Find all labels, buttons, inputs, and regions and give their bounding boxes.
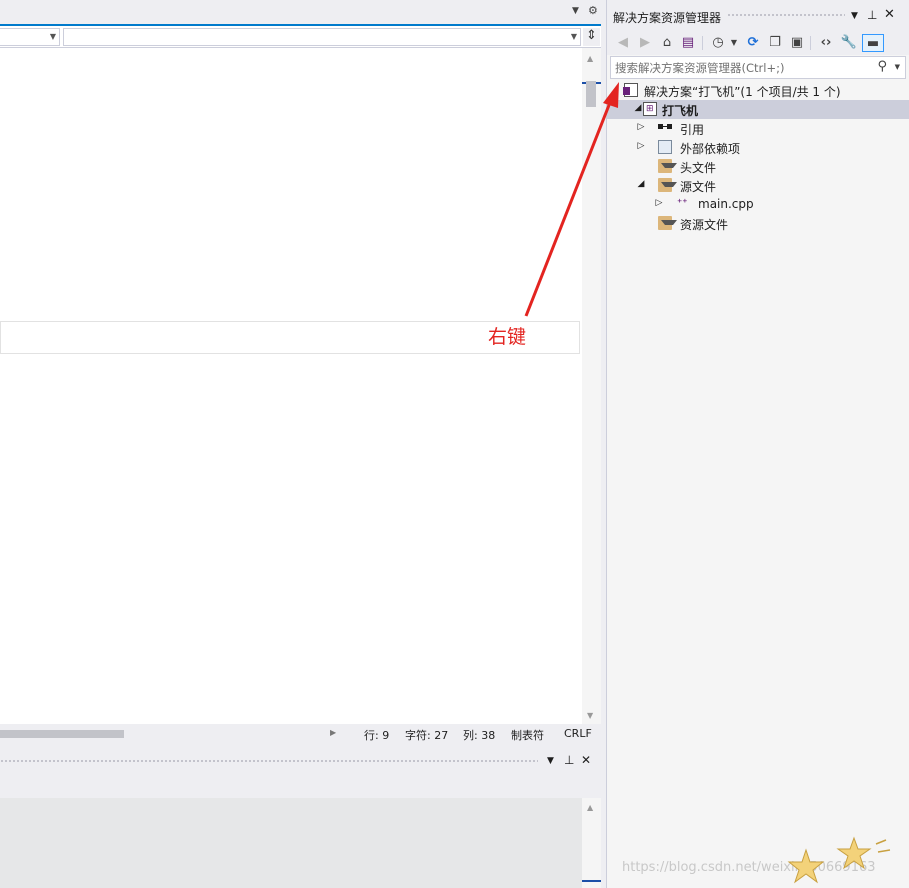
- search-options-dropdown-icon[interactable]: ▼: [895, 63, 900, 71]
- tree-item-references[interactable]: ▷ 引用: [607, 119, 909, 138]
- star-decoration-icon: [787, 836, 891, 884]
- cpp-project-icon: ⊞: [643, 102, 657, 116]
- tab-list-dropdown-icon[interactable]: ▼: [572, 6, 579, 16]
- show-all-files-icon[interactable]: ▣: [788, 34, 806, 52]
- code-text-area[interactable]: [0, 48, 582, 724]
- sync-icon[interactable]: ⟳: [744, 34, 762, 52]
- filter-folder-icon: [658, 178, 677, 192]
- bottom-tool-window: ▼ ⊥ ✕ ▲: [0, 750, 601, 888]
- collapsed-arrow-icon[interactable]: ▷: [636, 141, 646, 151]
- tabs-indicator[interactable]: 制表符: [511, 727, 544, 743]
- navigation-bar: ▼ ▼: [0, 26, 601, 48]
- document-tab-bar: ▼ ⚙: [0, 0, 601, 26]
- grip-dots[interactable]: [0, 759, 538, 764]
- vertical-scrollbar[interactable]: ▲ ▼: [582, 48, 601, 724]
- tree-item-label: 源文件: [680, 180, 717, 194]
- references-icon: [658, 123, 672, 131]
- search-input[interactable]: [615, 59, 873, 76]
- line-indicator: 行: 9: [364, 729, 390, 742]
- solution-icon: [623, 83, 638, 97]
- search-icon[interactable]: ⚲: [877, 59, 887, 74]
- filter-folder-icon: [658, 159, 677, 173]
- solution-search-box[interactable]: ⚲ ▼: [610, 56, 906, 79]
- tree-item-label: 解决方案“打飞机”(1 个项目/共 1 个): [644, 85, 841, 99]
- tree-item-label: 资源文件: [680, 218, 729, 232]
- code-editor-pane: ▼ ⚙ ▼ ▼ ⇕ ▲ ▼ ▶ 行: 9 字符: 27 列: 38 制表符 CR…: [0, 0, 601, 888]
- pin-icon[interactable]: ⊥: [867, 8, 877, 22]
- horizontal-scrollbar[interactable]: ▶: [0, 728, 336, 738]
- tool-window-toolbar: [0, 772, 601, 798]
- panel-title: 解决方案资源管理器: [613, 11, 722, 25]
- close-icon[interactable]: ✕: [581, 753, 591, 767]
- window-position-dropdown-icon[interactable]: ▼: [851, 11, 858, 21]
- tree-item-label: 引用: [680, 123, 705, 137]
- solution-explorer-header: 解决方案资源管理器 ▼ ⊥ ✕: [607, 0, 909, 30]
- column-indicator: 列: 38: [463, 729, 496, 742]
- member-dropdown[interactable]: ▼: [63, 28, 581, 46]
- external-dependencies-icon: [658, 140, 672, 154]
- tree-item-label: main.cpp: [698, 197, 754, 211]
- solution-explorer-toolbar: ◀ ▶ ⌂ ▤ ◷ ▼ ⟳ ❐ ▣ ‹› 🔧 ▬: [607, 30, 909, 55]
- chevron-down-icon[interactable]: ▼: [725, 34, 743, 52]
- grip-dots[interactable]: [727, 13, 845, 18]
- scroll-right-icon[interactable]: ▶: [330, 728, 336, 737]
- tree-item-label: 外部依赖项: [680, 142, 741, 156]
- back-arrow-icon[interactable]: ◀: [614, 34, 632, 52]
- view-code-icon[interactable]: ‹›: [817, 34, 835, 52]
- forward-arrow-icon[interactable]: ▶: [636, 34, 654, 52]
- tool-window-header: ▼ ⊥ ✕: [0, 750, 601, 772]
- scope-dropdown[interactable]: ▼: [0, 28, 60, 46]
- tool-window-content[interactable]: [0, 798, 582, 888]
- char-indicator: 字符: 27: [405, 729, 449, 742]
- collapsed-arrow-icon[interactable]: ▷: [636, 122, 646, 132]
- tree-item-label: 打飞机: [662, 104, 699, 118]
- scroll-thumb[interactable]: [0, 730, 124, 738]
- window-position-dropdown-icon[interactable]: ▼: [547, 756, 554, 766]
- scroll-up-icon[interactable]: ▲: [587, 803, 593, 812]
- pin-icon[interactable]: ⊥: [564, 753, 574, 767]
- wrench-icon[interactable]: 🔧: [840, 34, 858, 52]
- scroll-up-icon[interactable]: ▲: [587, 54, 593, 63]
- tree-item-solution[interactable]: 解决方案“打飞机”(1 个项目/共 1 个): [607, 81, 909, 100]
- preview-selected-icon[interactable]: ▬: [862, 34, 884, 52]
- toolbar-separator: [810, 36, 811, 50]
- tree-item-source-files[interactable]: ◢ 源文件: [607, 176, 909, 195]
- chevron-down-icon: ▼: [49, 32, 56, 41]
- toolbar-separator: [702, 36, 703, 50]
- editor-status-row: ▶ 行: 9 字符: 27 列: 38 制表符 CRLF: [0, 724, 601, 742]
- split-window-button[interactable]: ⇕: [583, 28, 600, 46]
- tree-item-project[interactable]: ◢ ⊞ 打飞机: [607, 100, 909, 119]
- tree-item-main-cpp[interactable]: ▷ ⁺⁺ main.cpp: [607, 195, 909, 214]
- scroll-thumb[interactable]: [586, 81, 596, 107]
- tree-item-external-dependencies[interactable]: ▷ 外部依赖项: [607, 138, 909, 157]
- collapse-all-icon[interactable]: ❐: [766, 34, 784, 52]
- chevron-down-icon: ▼: [570, 32, 577, 41]
- expanded-arrow-icon[interactable]: ◢: [636, 179, 646, 189]
- line-ending-indicator[interactable]: CRLF: [564, 727, 592, 740]
- caret-position-marker: [582, 880, 601, 882]
- gear-icon[interactable]: ⚙: [588, 4, 598, 17]
- tree-item-label: 头文件: [680, 161, 717, 175]
- filter-folder-icon: [658, 216, 677, 230]
- collapsed-arrow-icon[interactable]: ▷: [654, 198, 664, 208]
- solution-explorer-panel: 解决方案资源管理器 ▼ ⊥ ✕ ◀ ▶ ⌂ ▤ ◷ ▼ ⟳ ❐ ▣ ‹› 🔧 ▬…: [606, 0, 909, 888]
- tree-item-resource-files[interactable]: 资源文件: [607, 214, 909, 233]
- home-icon[interactable]: ⌂: [658, 34, 676, 52]
- scroll-down-icon[interactable]: ▼: [587, 711, 593, 720]
- annotation-label: 右键: [488, 326, 527, 348]
- close-icon[interactable]: ✕: [884, 7, 895, 22]
- solution-tree: 解决方案“打飞机”(1 个项目/共 1 个) ◢ ⊞ 打飞机 ▷ 引用 ▷ 外部…: [607, 81, 909, 781]
- expanded-arrow-icon[interactable]: ◢: [633, 103, 643, 113]
- cpp-file-icon: ⁺⁺: [677, 198, 688, 209]
- tree-item-header-files[interactable]: 头文件: [607, 157, 909, 176]
- switch-views-icon[interactable]: ▤: [679, 34, 697, 52]
- vertical-scrollbar[interactable]: ▲: [582, 798, 601, 888]
